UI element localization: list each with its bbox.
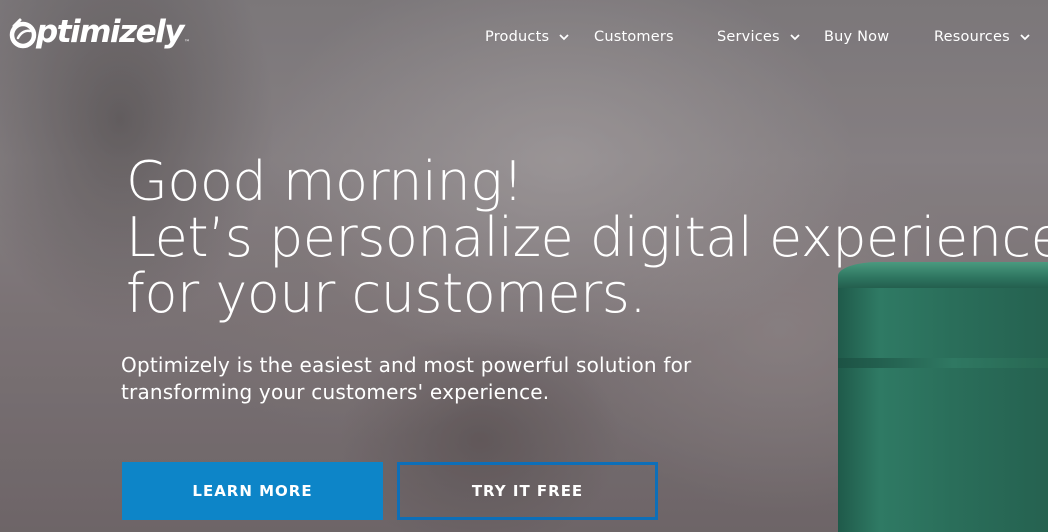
headline-line: for your customers.	[126, 262, 647, 325]
nav-item-label: Products	[485, 29, 550, 45]
nav-item-resources[interactable]: Resources	[934, 26, 1031, 48]
headline-line: Good morning!	[126, 150, 524, 213]
hero-subheading: Optimizely is the easiest and most power…	[121, 352, 801, 406]
nav-item-services[interactable]: Services	[717, 26, 801, 48]
learn-more-button[interactable]: LEARN MORE	[122, 462, 383, 520]
nav-item-label: Buy Now	[824, 29, 890, 45]
chevron-down-icon	[1020, 34, 1030, 41]
nav-item-buy-now[interactable]: Buy Now	[824, 26, 889, 48]
subheading-line: Optimizely is the easiest and most power…	[121, 353, 692, 377]
hero-headline: Good morning! Let’s personalize digital …	[126, 154, 1048, 322]
chevron-down-icon	[790, 34, 800, 41]
nav-item-customers[interactable]: Customers	[594, 26, 674, 48]
nav-item-label: Services	[717, 29, 780, 45]
nav-item-label: Customers	[594, 29, 674, 45]
chevron-down-icon	[559, 34, 569, 41]
headline-line: Let’s personalize digital experiences	[126, 206, 1048, 269]
try-it-free-button[interactable]: TRY IT FREE	[397, 462, 658, 520]
nav-item-label: Resources	[934, 29, 1010, 45]
nav-item-products[interactable]: Products	[485, 26, 570, 48]
subheading-line: transforming your customers' experience.	[121, 380, 550, 404]
main-nav: Products Customers Services Buy Now Reso…	[0, 26, 1048, 48]
